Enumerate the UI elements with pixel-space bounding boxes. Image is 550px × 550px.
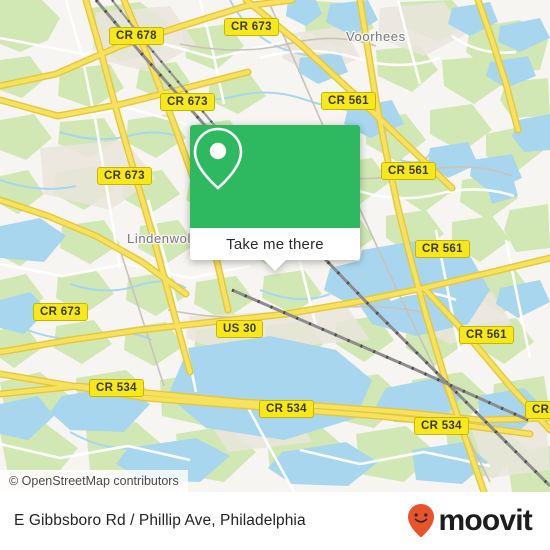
osm-attribution[interactable]: © OpenStreetMap contributors	[0, 470, 188, 492]
place-label-lindenwold: Lindenwold	[127, 231, 199, 246]
road-shield-cr-678: CR 678	[109, 27, 164, 46]
moovit-smiling-pin-icon	[408, 504, 435, 538]
road-shield-cr-534: CR 534	[414, 417, 469, 436]
road-shield-cr-534: CR 534	[259, 400, 314, 419]
road-shield-cr-561: CR 561	[415, 240, 470, 259]
road-shield-cr-534: CR 534	[89, 379, 144, 398]
map-canvas[interactable]: Voorhees Lindenwold CR 678 CR 673 CR 673…	[0, 0, 550, 492]
footer-bar: E Gibbsboro Rd / Phillip Ave, Philadelph…	[0, 492, 550, 550]
callout-pointer	[264, 260, 286, 271]
moovit-wordmark: moovit	[438, 504, 532, 537]
road-shield-cr-561: CR 561	[381, 162, 436, 181]
place-label-voorhees: Voorhees	[346, 29, 406, 44]
map-pin-icon	[193, 127, 243, 190]
take-me-there-label: Take me there	[226, 235, 324, 253]
location-title: E Gibbsboro Rd / Phillip Ave, Philadelph…	[14, 512, 306, 529]
callout-action-panel[interactable]: Take me there	[190, 228, 360, 271]
road-shield-cr-673: CR 673	[224, 18, 279, 37]
road-shield-cr-561: CR 561	[459, 326, 514, 345]
callout-icon-panel	[190, 125, 360, 228]
moovit-logo: moovit	[406, 503, 533, 539]
road-shield-us-30: US 30	[216, 320, 264, 339]
destination-callout[interactable]: Take me there	[190, 125, 360, 271]
road-shield-cr-673: CR 673	[97, 167, 152, 186]
screenshot-root: Voorhees Lindenwold CR 678 CR 673 CR 673…	[0, 0, 550, 550]
road-shield-cr-561: CR 561	[321, 92, 376, 111]
road-shield-cr-673: CR 673	[160, 93, 215, 112]
road-shield-cr-7: CR 7	[525, 401, 550, 420]
road-shield-cr-673: CR 673	[33, 303, 88, 322]
